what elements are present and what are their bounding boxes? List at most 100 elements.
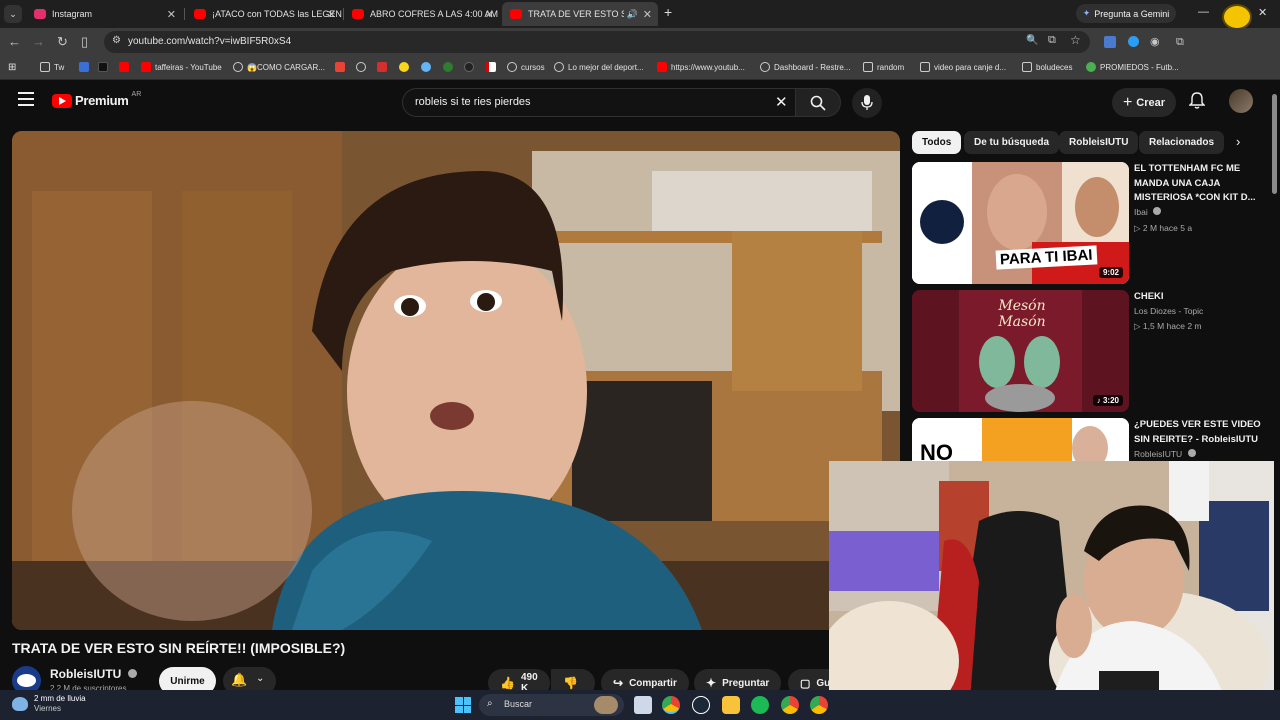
- tab-label: TRATA DE VER ESTO SIN RE: [528, 9, 624, 19]
- close-window-button[interactable]: ✕: [1258, 6, 1267, 19]
- bookmark-item[interactable]: PROMIEDOS - Futb...: [1086, 62, 1179, 72]
- avatar[interactable]: [1229, 89, 1253, 113]
- bookmark-item[interactable]: [399, 62, 413, 72]
- bookmark-item[interactable]: [443, 62, 457, 72]
- close-icon[interactable]: ✕: [327, 8, 336, 21]
- chip-robleisiutu[interactable]: RobleisIUTU: [1059, 131, 1139, 154]
- globe-icon: [760, 62, 770, 72]
- youtube-icon: [657, 62, 667, 72]
- taskbar-search[interactable]: ⌕ Buscar: [479, 694, 624, 716]
- windows-taskbar: 2 mm de lluvia Viernes ⌕ Buscar: [0, 690, 1280, 720]
- windows-start-icon[interactable]: [455, 697, 471, 713]
- reload-icon[interactable]: ↻: [57, 33, 68, 51]
- chrome-icon[interactable]: [662, 696, 680, 714]
- tab-trata-active[interactable]: TRATA DE VER ESTO SIN RE 🔊 ✕: [502, 2, 658, 26]
- apps-grid-icon[interactable]: ⊞: [8, 62, 16, 73]
- bookmark-item[interactable]: [356, 62, 370, 72]
- search-icon: [810, 95, 826, 111]
- bookmark-item[interactable]: Dashboard - Restre...: [760, 62, 850, 72]
- site-info-icon[interactable]: ⚙: [112, 35, 121, 46]
- close-icon[interactable]: ✕: [643, 8, 652, 21]
- chevron-right-icon[interactable]: ›: [1236, 134, 1240, 149]
- search-button[interactable]: [795, 88, 841, 117]
- bookmark-item[interactable]: random: [863, 62, 904, 72]
- tab-list-button[interactable]: ⌄: [4, 5, 22, 23]
- video-player[interactable]: [12, 131, 900, 630]
- chip-relacionados[interactable]: Relacionados: [1139, 131, 1225, 154]
- recommended-title[interactable]: CHEKI: [1134, 290, 1268, 305]
- bookmark-item[interactable]: boludeces: [1022, 62, 1072, 72]
- bookmark-item[interactable]: https://www.youtub...: [657, 62, 745, 72]
- thumbnail-text: NO: [920, 440, 953, 462]
- bookmark-item[interactable]: [98, 62, 112, 72]
- recommended-thumbnail[interactable]: PARA TI IBAI 9:02: [912, 162, 1129, 284]
- bookmark-item[interactable]: cursos: [507, 62, 545, 72]
- youtube-icon: [194, 9, 206, 19]
- menu-icon[interactable]: [18, 92, 34, 106]
- url-text: youtube.com/watch?v=iwBIF5R0xS4: [128, 36, 292, 47]
- zoom-icon[interactable]: 🔍: [1026, 35, 1038, 46]
- youtube-premium-logo[interactable]: Premium AR: [52, 91, 141, 108]
- recommended-channel[interactable]: RobleisIUTU: [1134, 449, 1196, 459]
- bookmark-item[interactable]: [464, 62, 478, 72]
- file-explorer-icon[interactable]: [722, 696, 740, 714]
- recommended-title[interactable]: ¿PUEDES VER ESTE VIDEO SIN REIRTE? - Rob…: [1134, 418, 1268, 447]
- bookmark-item[interactable]: video para canje d...: [920, 62, 1006, 72]
- bookmark-item[interactable]: [486, 62, 500, 72]
- bookmark-item[interactable]: [421, 62, 435, 72]
- browser-toolbar: ← → ↻ ▯ ⚙ youtube.com/watch?v=iwBIF5R0xS…: [0, 28, 1280, 56]
- weather-text[interactable]: 2 mm de lluvia Viernes: [34, 694, 86, 714]
- back-icon[interactable]: ←: [8, 33, 21, 51]
- chip-de-tu-busqueda[interactable]: De tu búsqueda: [964, 131, 1060, 154]
- clear-search-icon[interactable]: ✕: [775, 93, 788, 111]
- extension-globe-icon[interactable]: ◉: [1150, 33, 1160, 51]
- close-icon[interactable]: ✕: [485, 8, 494, 21]
- extension-translate-icon[interactable]: [1104, 36, 1116, 48]
- weather-icon[interactable]: [12, 697, 28, 711]
- close-icon[interactable]: ✕: [167, 8, 176, 21]
- spotify-icon[interactable]: [751, 696, 769, 714]
- tab-instagram[interactable]: Instagram ✕: [26, 2, 182, 26]
- tab-cofres[interactable]: ABRO COFRES A LAS 4:00 AM Y ✕: [344, 2, 500, 26]
- bookmark-item[interactable]: [335, 62, 349, 72]
- gemini-button[interactable]: ✦ Pregunta a Gemini: [1076, 4, 1176, 23]
- notifications-bell-icon[interactable]: [1188, 92, 1206, 115]
- bookmark-item[interactable]: [377, 62, 391, 72]
- create-button[interactable]: + Crear: [1112, 88, 1176, 117]
- search-input[interactable]: robleis si te ries pierdes ✕: [402, 88, 796, 117]
- steam-icon[interactable]: [692, 696, 710, 714]
- address-bar[interactable]: ⚙ youtube.com/watch?v=iwBIF5R0xS4 🔍 ⧉ ☆: [104, 31, 1090, 53]
- page-scrollbar[interactable]: [1272, 94, 1277, 194]
- chrome-icon[interactable]: [781, 696, 799, 714]
- task-view-icon[interactable]: [634, 696, 652, 714]
- sidepanel-icon[interactable]: ▯: [81, 33, 88, 51]
- recommended-channel[interactable]: Los Diozes - Topic: [1134, 306, 1203, 316]
- instagram-icon: [34, 9, 46, 19]
- recommended-title[interactable]: EL TOTTENHAM FC ME MANDA UNA CAJA MISTER…: [1134, 162, 1268, 206]
- extension-blue-icon[interactable]: [1128, 36, 1139, 47]
- youtube-icon: [119, 62, 129, 72]
- recommended-thumbnail[interactable]: NO: [912, 418, 1129, 462]
- install-icon[interactable]: ⧉: [1048, 34, 1056, 47]
- bookmark-item[interactable]: Lo mejor del deport...: [554, 62, 644, 72]
- recommended-thumbnail[interactable]: Mesón Masón ♪ 3:20: [912, 290, 1129, 412]
- tab-ataco[interactable]: ¡ATACO con TODAS las LEGEND ✕: [186, 2, 342, 26]
- globe-icon: [356, 62, 366, 72]
- minimize-button[interactable]: —: [1198, 6, 1209, 18]
- extensions-puzzle-icon[interactable]: ⧉: [1176, 33, 1184, 51]
- chip-todos[interactable]: Todos: [912, 131, 962, 154]
- voice-search-button[interactable]: [852, 88, 882, 118]
- bookmark-item[interactable]: 😱COMO CARGAR...: [233, 62, 325, 72]
- forward-icon[interactable]: →: [32, 33, 45, 51]
- bookmark-item[interactable]: Tw: [40, 62, 64, 72]
- chrome-icon[interactable]: [810, 696, 828, 714]
- bookmark-item[interactable]: [119, 62, 133, 72]
- channel-name[interactable]: RobleisIUTU: [50, 667, 137, 681]
- bookmark-star-icon[interactable]: ☆: [1070, 33, 1081, 47]
- bookmark-item[interactable]: taffeiras - YouTube: [141, 62, 222, 72]
- recommended-channel[interactable]: Ibai: [1134, 207, 1162, 217]
- new-tab-button[interactable]: +: [664, 4, 672, 20]
- river-plate-icon: [486, 62, 496, 72]
- audio-playing-icon[interactable]: 🔊: [627, 9, 638, 20]
- bookmark-item[interactable]: [79, 62, 93, 72]
